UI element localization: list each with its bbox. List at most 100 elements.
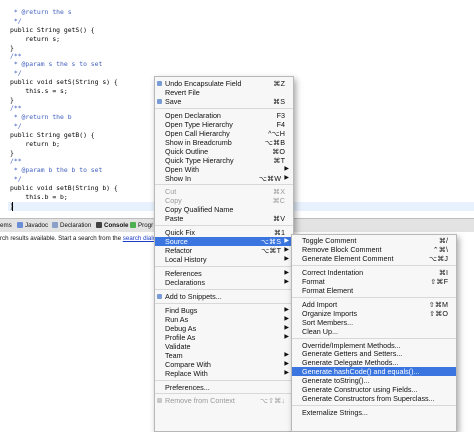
code-line: public void setB(String b) { (10, 184, 118, 192)
code-line: this.b = b; (10, 193, 68, 201)
context_menu-item-team[interactable]: Team ▶ (155, 351, 293, 360)
context_menu-item-open-call-hierarchy[interactable]: Open Call Hierarchy ^⌥H (155, 129, 293, 138)
context_menu-item-add-to-snippets[interactable]: Add to Snippets... (155, 292, 293, 301)
source_submenu-item-generate-delegate-methods[interactable]: Generate Delegate Methods... (292, 358, 456, 367)
submenu-arrow-icon: ▶ (284, 165, 289, 172)
submenu-arrow-icon: ▶ (284, 333, 289, 340)
code-line: */ (10, 175, 22, 183)
menu-item-label: Profile As (165, 332, 196, 342)
context_menu-item-save[interactable]: Save ⌘S (155, 97, 293, 106)
context_menu-item-find-bugs[interactable]: Find Bugs ▶ (155, 306, 293, 315)
save-icon (157, 98, 162, 104)
menu-item-label: Refactor (165, 246, 193, 256)
context_menu-item-show-in-breadcrumb[interactable]: Show in Breadcrumb ⌥⌘B (155, 138, 293, 147)
context_menu-item-quick-outline[interactable]: Quick Outline ⌘O (155, 147, 293, 156)
context_menu-item-open-declaration[interactable]: Open Declaration F3 (155, 111, 293, 120)
context-menu: Undo Encapsulate Field ⌘Z Revert File Save ⌘… (154, 76, 294, 432)
source_submenu-item-generate-tostring[interactable]: Generate toString()... (292, 376, 456, 385)
context_menu-item-run-as[interactable]: Run As ▶ (155, 315, 293, 324)
source_submenu-item-clean-up[interactable]: Clean Up... (292, 327, 456, 336)
menu-item-label: Format Element (302, 285, 354, 295)
source_submenu-item-organize-imports[interactable]: Organize Imports ⇧⌘O (292, 309, 456, 318)
menu-item-label: Quick Fix (165, 228, 195, 238)
context_menu-item-undo-encapsulate-field[interactable]: Undo Encapsulate Field ⌘Z (155, 79, 293, 88)
source_submenu-item-externalize-strings[interactable]: Externalize Strings... (292, 408, 456, 417)
menu-item-label: Team (165, 350, 183, 360)
menu-item-shortcut: ⌘T (273, 155, 285, 165)
source_submenu-item-remove-block-comment[interactable]: Remove Block Comment ⌃⌘\ (292, 245, 456, 254)
menu-separator (155, 379, 293, 381)
menu-item-label: Cut (165, 187, 177, 197)
menu-item-label: Generate Constructor using Fields... (302, 385, 418, 395)
context_menu-item-paste[interactable]: Paste ⌘V (155, 214, 293, 223)
menu-item-label: Override/Implement Methods... (302, 340, 401, 350)
menu-item-shortcut: ⌘V (273, 214, 285, 224)
menu-item-label: Generate toString()... (302, 376, 370, 386)
submenu-arrow-icon: ▶ (284, 360, 289, 367)
context_menu-item-revert-file[interactable]: Revert File (155, 88, 293, 97)
menu-separator (155, 225, 293, 227)
context_menu-item-compare-with[interactable]: Compare With ▶ (155, 360, 293, 369)
context_menu-item-copy-qualified-name[interactable]: Copy Qualified Name (155, 205, 293, 214)
menu-item-label: Clean Up... (302, 326, 338, 336)
context_menu-item-local-history[interactable]: Local History ▶ (155, 255, 293, 264)
menu-item-label: Declarations (165, 278, 205, 287)
submenu-arrow-icon: ▶ (284, 315, 289, 322)
menu-item-label: Organize Imports (302, 308, 358, 318)
menu-item-label: Save (165, 96, 182, 106)
source_submenu-item-correct-indentation[interactable]: Correct Indentation ⌘I (292, 268, 456, 277)
code-line: /** (10, 157, 22, 165)
menu-item-label: Validate (165, 341, 191, 351)
context_menu-item-refactor[interactable]: Refactor ⌥⌘T ▶ (155, 246, 293, 255)
source_submenu-item-generate-element-comment[interactable]: Generate Element Comment ⌥⌘J (292, 254, 456, 263)
context_menu-item-preferences[interactable]: Preferences... (155, 383, 293, 392)
menu-item-label: Add to Snippets... (165, 291, 222, 301)
source_submenu-item-add-import[interactable]: Add Import ⇧⌘M (292, 300, 456, 309)
source_submenu-item-generate-constructors-from-superclass[interactable]: Generate Constructors from Superclass... (292, 394, 456, 403)
source_submenu-item-generate-hashcode-and-equals[interactable]: Generate hashCode() and equals()... (292, 367, 456, 377)
tab-declaration[interactable]: Declaration (52, 219, 91, 232)
source_submenu-item-generate-constructor-using-fields[interactable]: Generate Constructor using Fields... (292, 385, 456, 394)
menu-item-shortcut: ⌥⌘J (428, 253, 448, 263)
source_submenu-item-override-implement-methods[interactable]: Override/Implement Methods... (292, 341, 456, 350)
source_submenu-item-sort-members[interactable]: Sort Members... (292, 318, 456, 327)
menu-item-shortcut: ⌘Z (273, 79, 285, 88)
context_menu-item-source[interactable]: Source ⌥⌘S ▶ (155, 237, 293, 247)
editor-ruler (0, 0, 8, 240)
context_menu-item-open-with[interactable]: Open With ▶ (155, 165, 293, 174)
menu-item-shortcut: ⌘I (438, 267, 448, 277)
context_menu-item-profile-as[interactable]: Profile As ▶ (155, 333, 293, 342)
menu-item-label: Quick Outline (165, 146, 209, 156)
source_submenu-item-format[interactable]: Format ⇧⌘F (292, 277, 456, 286)
tab-progress[interactable]: Progr (130, 219, 153, 232)
context_menu-item-open-type-hierarchy[interactable]: Open Type Hierarchy F4 (155, 120, 293, 129)
menu-item-label: Preferences... (165, 382, 210, 392)
context_menu-item-remove-from-context: Remove from Context ⌥⇧⌘↓ (155, 396, 293, 405)
menu-item-label: Copy (165, 196, 182, 206)
context_menu-item-validate[interactable]: Validate (155, 342, 293, 351)
context_menu-item-declarations[interactable]: Declarations ▶ (155, 278, 293, 287)
context_menu-item-quick-fix[interactable]: Quick Fix ⌘1 (155, 228, 293, 237)
remove-from-context-icon (157, 398, 162, 404)
context_menu-item-replace-with[interactable]: Replace With ▶ (155, 369, 293, 378)
source_submenu-item-format-element[interactable]: Format Element (292, 286, 456, 295)
context_menu-item-debug-as[interactable]: Debug As ▶ (155, 324, 293, 333)
source_submenu-item-toggle-comment[interactable]: Toggle Comment ⌘/ (292, 236, 456, 245)
menu-item-label: Find Bugs (165, 305, 198, 315)
source_submenu-item-generate-getters-and-setters[interactable]: Generate Getters and Setters... (292, 349, 456, 358)
menu-item-label: Show in Breadcrumb (165, 137, 232, 147)
menu-item-label: Open Declaration (165, 110, 221, 120)
tab-javadoc[interactable]: Javadoc (17, 219, 48, 232)
console-icon (96, 222, 102, 228)
code-line: * @return the s (10, 8, 72, 16)
tab-problems[interactable]: ems (0, 219, 12, 232)
code-line: public String getS() { (10, 26, 95, 34)
tab-console[interactable]: Console (96, 219, 128, 232)
context_menu-item-references[interactable]: References ▶ (155, 269, 293, 278)
undo-encapsulate-field-icon (157, 81, 162, 86)
context_menu-item-show-in[interactable]: Show In ⌥⌘W ▶ (155, 174, 293, 183)
submenu-arrow-icon: ▶ (284, 174, 289, 181)
menu-separator (292, 296, 456, 298)
context_menu-item-quick-type-hierarchy[interactable]: Quick Type Hierarchy ⌘T (155, 156, 293, 165)
code-line: /** (10, 104, 22, 112)
